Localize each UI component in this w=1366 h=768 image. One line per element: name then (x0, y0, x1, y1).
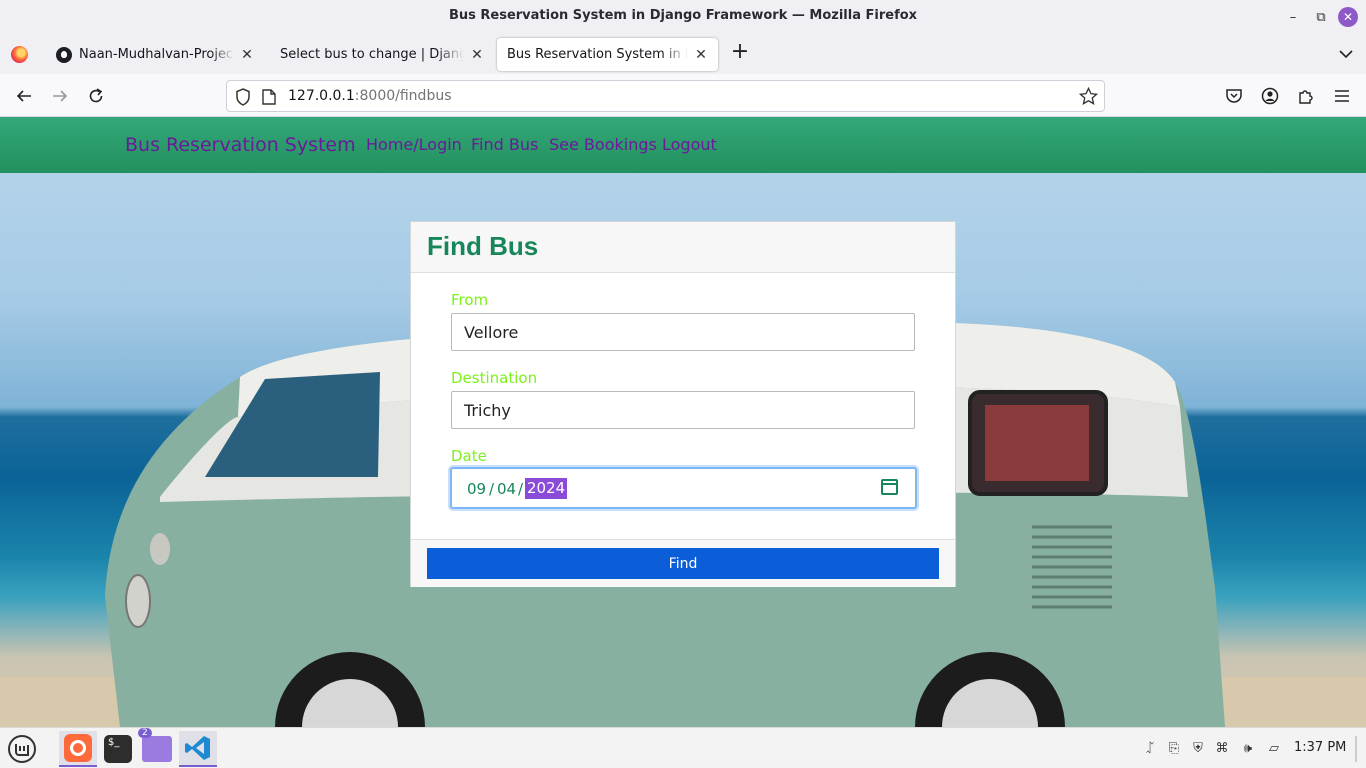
tab-close-icon[interactable]: ✕ (240, 47, 254, 63)
show-desktop-button[interactable] (1355, 736, 1357, 762)
tab-label: Bus Reservation System in Django Framewo… (507, 47, 688, 62)
wifi-icon[interactable]: ⌘ (1214, 741, 1230, 757)
tab-strip: Naan-Mudhalvan-Project/Bus-Reservation-S… (0, 34, 1366, 74)
new-tab-button[interactable]: + (729, 41, 751, 64)
github-icon (56, 46, 72, 63)
close-window-button[interactable]: ✕ (1338, 7, 1358, 27)
date-day[interactable]: 04 (497, 480, 516, 498)
from-label: From (451, 291, 489, 309)
reload-button[interactable] (84, 84, 108, 108)
tab-label: Select bus to change | Django site admin (280, 47, 464, 62)
hamburger-menu-icon (1335, 90, 1349, 102)
restore-button[interactable]: ⧉ (1310, 6, 1332, 28)
vscode-icon (185, 736, 210, 760)
site-brand-link[interactable]: Bus Reservation System (125, 134, 356, 156)
start-menu-button[interactable] (3, 731, 41, 767)
card-footer: Find (411, 539, 955, 587)
list-tabs-button[interactable] (1336, 44, 1356, 64)
navigation-toolbar: 127.0.0.1:8000/findbus (0, 74, 1366, 117)
date-separator: / (518, 480, 524, 498)
files-window-count: 2 (138, 728, 152, 738)
tab-close-icon[interactable]: ✕ (694, 47, 708, 63)
date-input[interactable]: 09 / 04 / 2024 (450, 467, 917, 509)
reload-icon (89, 88, 103, 103)
shield-icon[interactable] (235, 88, 251, 106)
card-title: Find Bus (427, 231, 539, 261)
volume-icon[interactable]: 🕪 (1240, 741, 1256, 757)
find-bus-card: Find Bus From Destination Date 09 / 04 /… (410, 221, 956, 587)
window-titlebar: Bus Reservation System in Django Framewo… (0, 0, 1366, 34)
date-month[interactable]: 09 (467, 480, 486, 498)
terminal-icon: $_ (104, 735, 132, 763)
nav-see-bookings[interactable]: See Bookings (549, 135, 657, 154)
firefox-icon (64, 734, 92, 762)
taskbar-vscode[interactable] (179, 731, 217, 767)
arrow-right-icon (53, 90, 68, 102)
taskbar-firefox[interactable] (59, 731, 97, 767)
card-header: Find Bus (411, 222, 955, 273)
account-button[interactable] (1258, 84, 1282, 108)
destination-label: Destination (451, 369, 538, 387)
nav-home-login[interactable]: Home/Login (366, 135, 462, 154)
date-year[interactable]: 2024 (525, 478, 568, 499)
battery-icon[interactable]: ▱ (1266, 741, 1282, 757)
minimize-button[interactable]: – (1282, 6, 1304, 28)
tab-bus-reservation[interactable]: Bus Reservation System in Django Framewo… (497, 38, 718, 71)
url-path: :8000/findbus (354, 88, 452, 104)
tab-label: Naan-Mudhalvan-Project/Bus-Reservation-S… (79, 47, 234, 62)
chevron-down-icon (1339, 50, 1353, 59)
calendar-icon[interactable] (881, 479, 898, 495)
site-navbar: Bus Reservation System Home/Login Find B… (0, 117, 1366, 173)
extensions-button[interactable] (1294, 84, 1318, 108)
clipboard-icon[interactable]: ⎘ (1166, 741, 1182, 757)
arrow-left-icon (16, 90, 31, 102)
date-label: Date (451, 447, 487, 465)
tab-django-admin[interactable]: Select bus to change | Django site admin… (270, 38, 494, 71)
taskbar-files[interactable]: 2 (138, 728, 176, 767)
taskbar: $_ 2 ᛢ ⎘ ⛨ ⌘ 🕪 ▱ 1:37 PM (0, 727, 1366, 768)
clock[interactable]: 1:37 PM (1294, 740, 1346, 755)
url-bar[interactable]: 127.0.0.1:8000/findbus (226, 80, 1105, 112)
from-input[interactable] (451, 313, 915, 351)
date-separator: / (489, 480, 495, 498)
url-text[interactable]: 127.0.0.1:8000/findbus (288, 88, 452, 104)
destination-input[interactable] (451, 391, 915, 429)
forward-button[interactable] (48, 84, 72, 108)
window-title: Bus Reservation System in Django Framewo… (448, 8, 918, 23)
url-host: 127.0.0.1 (288, 88, 355, 104)
tab-close-icon[interactable]: ✕ (470, 47, 484, 63)
nav-logout[interactable]: Logout (662, 135, 717, 154)
pocket-button[interactable] (1222, 84, 1246, 108)
account-icon (1261, 87, 1279, 105)
taskbar-terminal[interactable]: $_ (99, 731, 137, 767)
puzzle-icon (1299, 90, 1313, 104)
app-menu-button[interactable] (1330, 84, 1354, 108)
web-page: Bus Reservation System Home/Login Find B… (0, 117, 1366, 727)
pocket-icon (1226, 89, 1242, 103)
update-shield-icon[interactable]: ⛨ (1190, 741, 1206, 757)
nav-find-bus[interactable]: Find Bus (471, 135, 538, 154)
tab-github[interactable]: Naan-Mudhalvan-Project/Bus-Reservation-S… (46, 38, 264, 71)
folder-icon: 2 (138, 728, 172, 762)
page-info-icon[interactable] (262, 89, 276, 105)
back-button[interactable] (12, 84, 36, 108)
firefox-view-icon[interactable] (11, 46, 28, 63)
find-button[interactable]: Find (427, 548, 939, 579)
linux-mint-icon (8, 735, 36, 763)
bookmark-star-icon[interactable] (1079, 87, 1098, 106)
bluetooth-icon[interactable]: ᛢ (1142, 741, 1158, 757)
